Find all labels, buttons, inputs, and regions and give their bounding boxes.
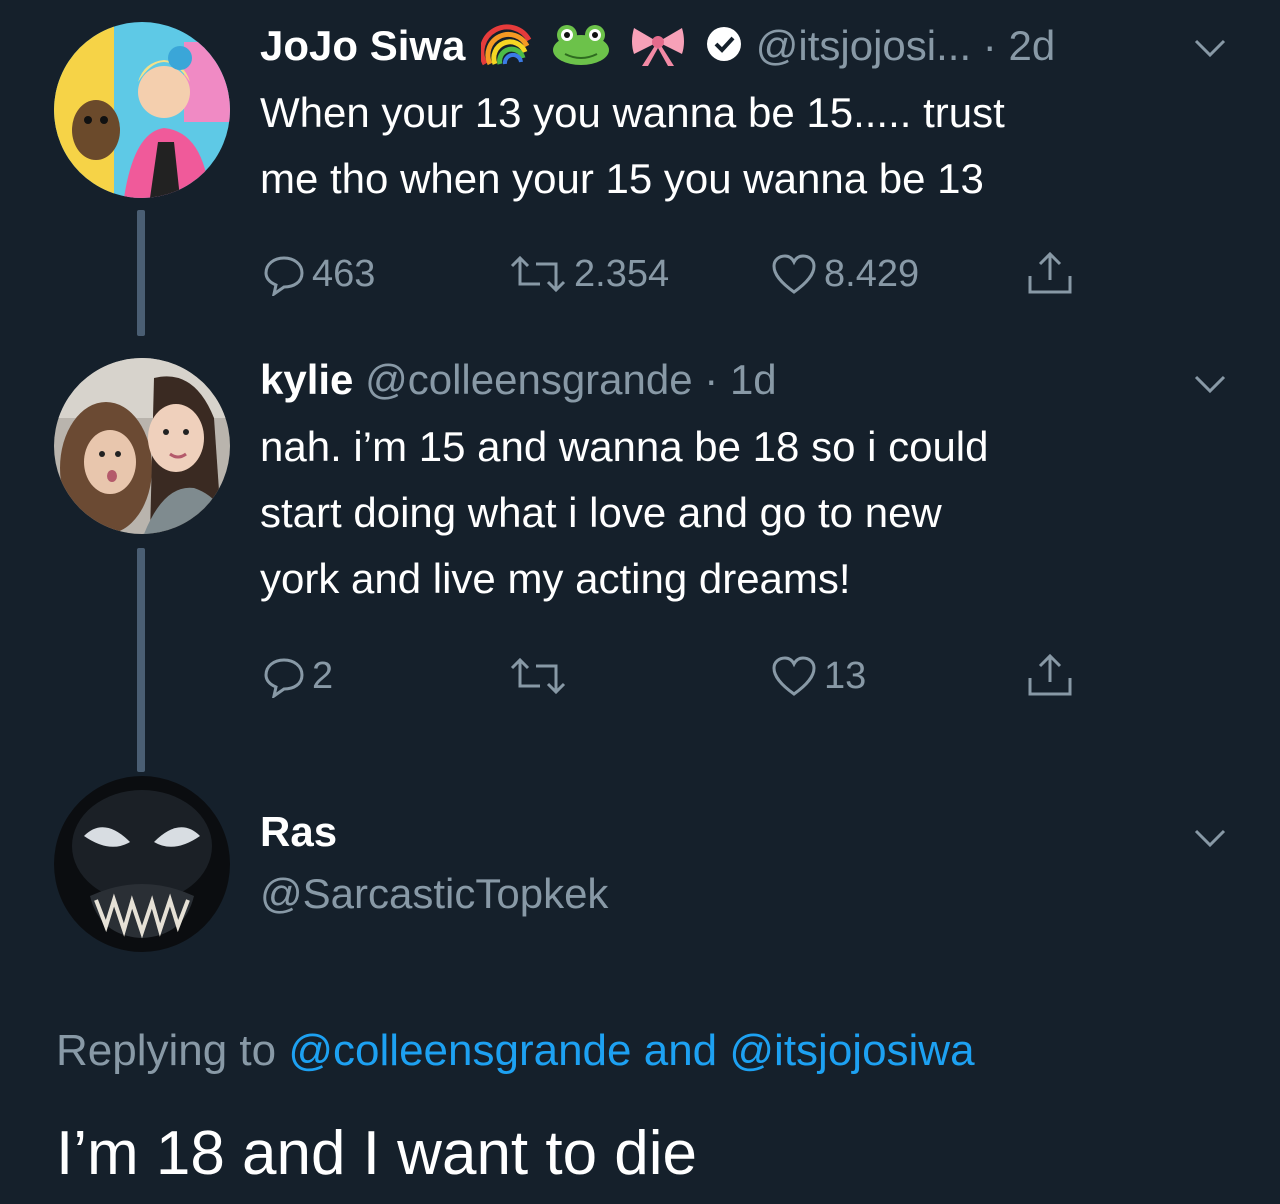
reply-icon: [262, 654, 306, 698]
tweet-actions: 463 2.354 8.429: [262, 250, 1162, 298]
reply-count: 2: [312, 654, 334, 697]
avatar-ras[interactable]: [54, 776, 230, 952]
thread-line: [137, 548, 145, 772]
reply-count: 463: [312, 252, 376, 295]
handle[interactable]: @itsjojosi...: [756, 22, 971, 69]
handle[interactable]: @colleensgrande: [365, 356, 693, 403]
like-count: 8.429: [824, 252, 920, 295]
mention-itsjojosiwa[interactable]: @itsjojosiwa: [729, 1026, 974, 1075]
share-icon: [1022, 652, 1078, 700]
share-button[interactable]: [1022, 250, 1078, 298]
tweet-header-kylie: kylie @colleensgrande · 1d: [260, 356, 777, 404]
frog-icon: [549, 22, 613, 76]
tweet-text: nah. i’m 15 and wanna be 18 so i could s…: [260, 423, 989, 602]
retweet-button[interactable]: [508, 652, 574, 700]
separator-dot: ·: [982, 22, 997, 70]
separator-dot: ·: [704, 356, 719, 403]
avatar-kylie[interactable]: [54, 358, 230, 534]
and-word: and: [643, 1026, 718, 1075]
retweet-button[interactable]: 2.354: [508, 250, 669, 298]
tweet-text: When your 13 you wanna be 15..... trust …: [260, 89, 1005, 202]
retweet-icon: [508, 252, 568, 296]
thread-line: [137, 210, 145, 336]
reply-button[interactable]: 2: [262, 652, 333, 700]
display-name[interactable]: kylie: [260, 356, 353, 403]
heart-icon: [770, 654, 818, 698]
avatar-jojo[interactable]: [54, 22, 230, 198]
handle[interactable]: @SarcasticTopkek: [260, 870, 608, 918]
heart-icon: [770, 252, 818, 296]
timestamp[interactable]: 2d: [1008, 22, 1055, 69]
bow-icon: [628, 22, 688, 76]
display-name[interactable]: Ras: [260, 808, 337, 856]
like-button[interactable]: 13: [770, 652, 866, 700]
share-icon: [1022, 250, 1078, 298]
like-count: 13: [824, 654, 867, 697]
chevron-down-icon[interactable]: [1190, 372, 1230, 396]
reply-icon: [262, 252, 306, 296]
tweet-actions: 2 13: [262, 652, 1162, 700]
tweet-header-jojo: JoJo Siwa @itsjojosi... · 2d: [260, 22, 1055, 76]
replying-to-line: Replying to @colleensgrande and @itsjojo…: [56, 1026, 975, 1076]
display-name[interactable]: JoJo Siwa: [260, 22, 465, 69]
rainbow-icon: [479, 22, 533, 76]
reply-button[interactable]: 463: [262, 250, 375, 298]
chevron-down-icon[interactable]: [1190, 826, 1230, 850]
like-button[interactable]: 8.429: [770, 250, 919, 298]
retweet-icon: [508, 654, 568, 698]
replying-prefix: Replying to: [56, 1026, 277, 1075]
mention-colleensgrande[interactable]: @colleensgrande: [288, 1026, 631, 1075]
reply-tweet-text: I’m 18 and I want to die: [56, 1119, 698, 1188]
verified-badge-icon: [704, 24, 744, 74]
share-button[interactable]: [1022, 652, 1078, 700]
timestamp[interactable]: 1d: [730, 356, 777, 403]
retweet-count: 2.354: [574, 252, 670, 295]
chevron-down-icon[interactable]: [1190, 36, 1230, 60]
